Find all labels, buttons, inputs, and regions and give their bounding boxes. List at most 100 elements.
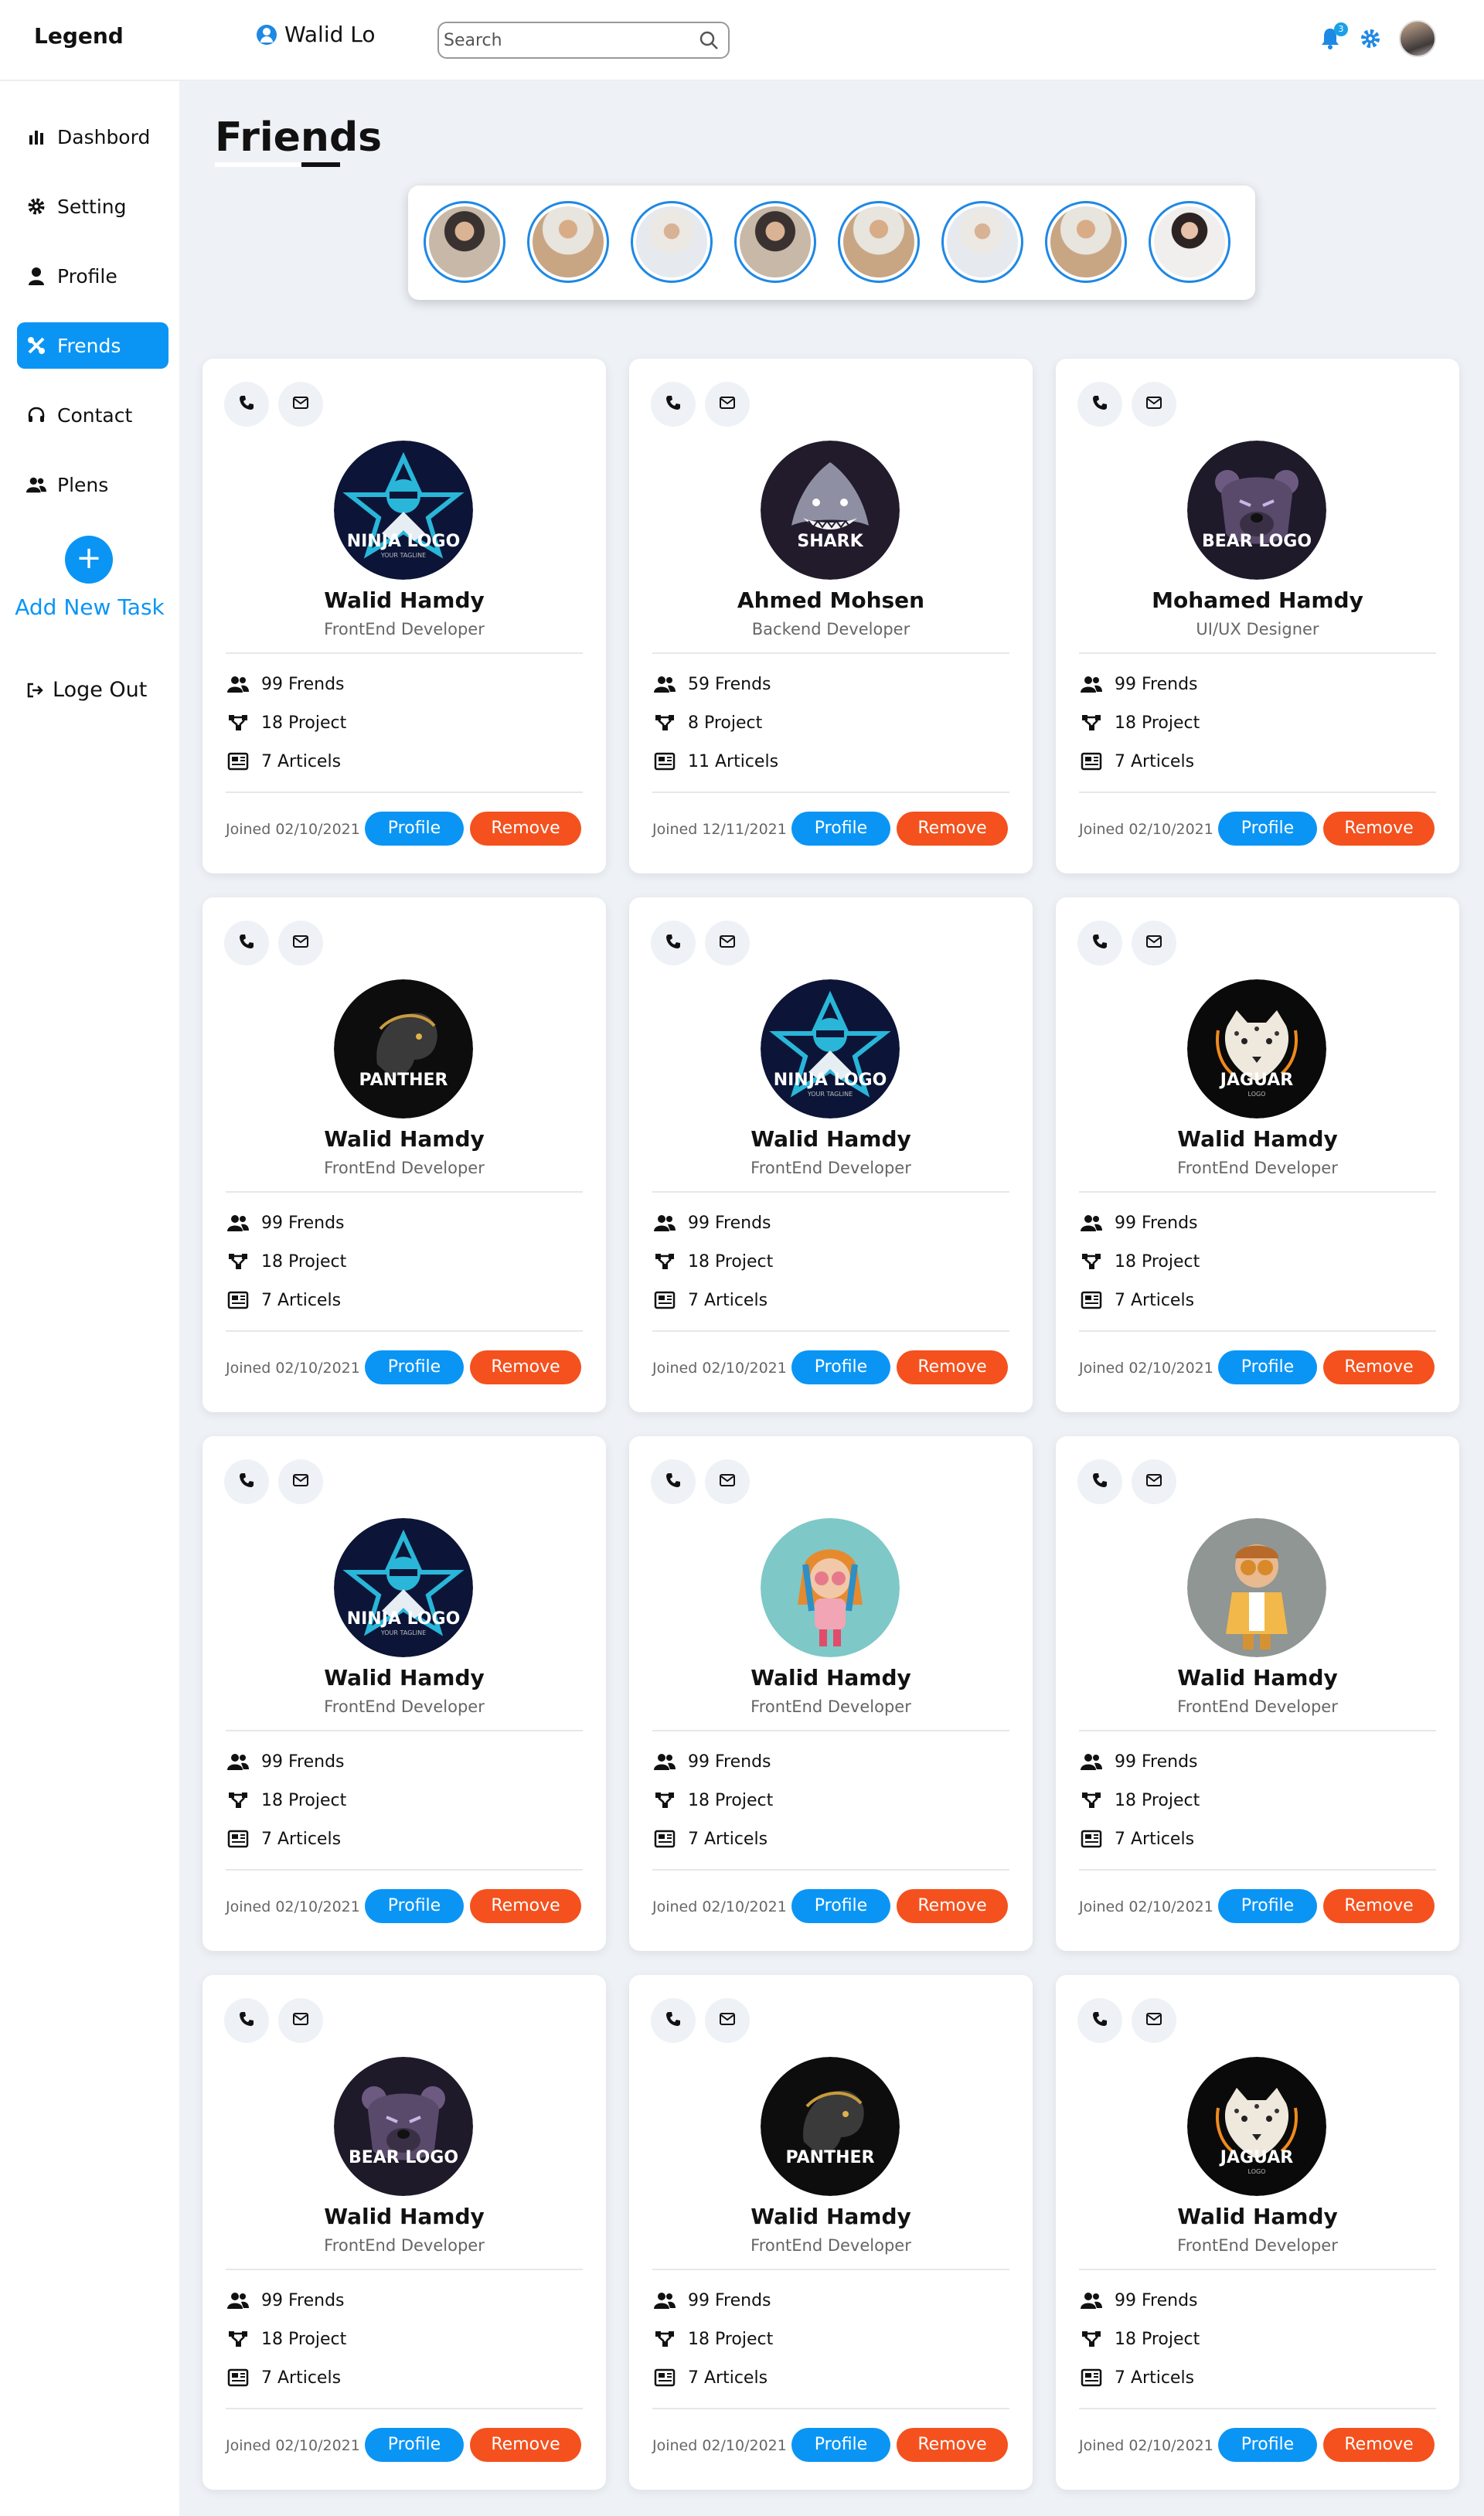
remove-button[interactable]: Remove (470, 1350, 581, 1384)
logout-icon (27, 683, 43, 697)
story-avatar[interactable] (734, 201, 816, 283)
friend-avatar[interactable]: PANTHER (761, 2057, 900, 2196)
users-icon (226, 1213, 250, 1233)
add-task-button[interactable]: + (65, 536, 113, 584)
profile-button[interactable]: Profile (1218, 1889, 1317, 1923)
profile-button[interactable]: Profile (791, 1889, 890, 1923)
mail-button[interactable] (278, 382, 323, 427)
phone-button[interactable] (1077, 382, 1122, 427)
phone-button[interactable] (651, 1998, 696, 2043)
phone-button[interactable] (651, 1459, 696, 1504)
mail-button[interactable] (705, 1459, 750, 1504)
search-input[interactable] (444, 29, 691, 52)
profile-button[interactable]: Profile (1218, 812, 1317, 846)
divider (1079, 1730, 1436, 1731)
phone-button[interactable] (1077, 921, 1122, 965)
friend-avatar[interactable]: NINJA LOGO YOUR TAGLINE (761, 979, 900, 1118)
remove-button[interactable]: Remove (897, 812, 1008, 846)
sidebar-item-setting[interactable]: Setting (17, 183, 168, 230)
profile-button[interactable]: Profile (365, 1350, 464, 1384)
friend-avatar[interactable]: PANTHER (334, 979, 473, 1118)
mail-icon (1145, 1472, 1162, 1491)
profile-button[interactable]: Profile (791, 1350, 890, 1384)
profile-button[interactable]: Profile (365, 812, 464, 846)
newspaper-icon (1079, 1290, 1104, 1310)
profile-button[interactable]: Profile (365, 2428, 464, 2462)
mail-button[interactable] (1132, 1459, 1176, 1504)
phone-button[interactable] (651, 382, 696, 427)
sidebar-item-plans[interactable]: Plens (17, 461, 168, 508)
mail-button[interactable] (278, 1459, 323, 1504)
remove-button[interactable]: Remove (1323, 812, 1435, 846)
remove-button[interactable]: Remove (470, 812, 581, 846)
story-avatar[interactable] (838, 201, 920, 283)
friend-avatar[interactable]: BEAR LOGO (334, 2057, 473, 2196)
avatar[interactable] (1399, 20, 1436, 57)
remove-button[interactable]: Remove (470, 1889, 581, 1923)
gear-icon[interactable] (1360, 29, 1380, 49)
remove-button[interactable]: Remove (897, 1350, 1008, 1384)
friend-avatar[interactable]: BEAR LOGO (1187, 441, 1326, 580)
story-avatar[interactable] (941, 201, 1023, 283)
remove-button[interactable]: Remove (1323, 1889, 1435, 1923)
divider (652, 1191, 1009, 1193)
mail-button[interactable] (1132, 921, 1176, 965)
mail-button[interactable] (705, 921, 750, 965)
user-menu[interactable]: Walid Lo (257, 22, 376, 47)
logout-button[interactable]: Loge Out (26, 678, 147, 702)
mail-button[interactable] (705, 1998, 750, 2043)
avatar-logo-text: NINJA LOGO (346, 532, 461, 551)
stat-value: 18 Project (1115, 1790, 1200, 1810)
friend-avatar[interactable] (1187, 1518, 1326, 1657)
divider (1079, 652, 1436, 654)
profile-button[interactable]: Profile (1218, 2428, 1317, 2462)
friend-avatar[interactable]: NINJA LOGO YOUR TAGLINE (334, 441, 473, 580)
mail-button[interactable] (705, 382, 750, 427)
mail-icon (292, 934, 309, 952)
story-avatar[interactable] (1149, 201, 1230, 283)
mail-button[interactable] (1132, 1998, 1176, 2043)
story-avatar[interactable] (631, 201, 713, 283)
profile-button[interactable]: Profile (1218, 1350, 1317, 1384)
phone-button[interactable] (224, 921, 269, 965)
divider (652, 1869, 1009, 1871)
sidebar-item-profile[interactable]: Profile (17, 253, 168, 299)
remove-button[interactable]: Remove (470, 2428, 581, 2462)
phone-button[interactable] (1077, 1459, 1122, 1504)
stat-value: 7 Articels (261, 1290, 342, 1310)
phone-button[interactable] (224, 1998, 269, 2043)
sidebar-item-dashboard[interactable]: Dashbord (17, 114, 168, 160)
friend-avatar[interactable]: JAGUAR LOGO (1187, 979, 1326, 1118)
mail-button[interactable] (278, 1998, 323, 2043)
sidebar-item-friends[interactable]: Frends (17, 322, 168, 369)
profile-button[interactable]: Profile (791, 2428, 890, 2462)
remove-button[interactable]: Remove (897, 1889, 1008, 1923)
story-avatar[interactable] (1045, 201, 1127, 283)
mail-icon (1145, 934, 1162, 952)
app-logo[interactable]: Legend (34, 23, 124, 49)
phone-button[interactable] (224, 1459, 269, 1504)
notification-button[interactable]: 3 (1319, 22, 1348, 52)
remove-button[interactable]: Remove (1323, 1350, 1435, 1384)
search-icon[interactable] (699, 30, 719, 50)
friend-avatar[interactable]: SHARK (761, 441, 900, 580)
profile-button[interactable]: Profile (791, 812, 890, 846)
divider (652, 792, 1009, 793)
phone-button[interactable] (1077, 1998, 1122, 2043)
remove-button[interactable]: Remove (1323, 2428, 1435, 2462)
sidebar-item-contact[interactable]: Contact (17, 392, 168, 438)
mail-button[interactable] (278, 921, 323, 965)
add-task-label[interactable]: Add New Task (0, 594, 179, 620)
profile-button[interactable]: Profile (365, 1889, 464, 1923)
phone-button[interactable] (224, 382, 269, 427)
users-icon (652, 1213, 677, 1233)
story-avatar[interactable] (527, 201, 609, 283)
friend-avatar[interactable]: JAGUAR LOGO (1187, 2057, 1326, 2196)
mail-button[interactable] (1132, 382, 1176, 427)
friend-avatar[interactable] (761, 1518, 900, 1657)
story-avatar[interactable] (424, 201, 505, 283)
friend-avatar[interactable]: NINJA LOGO YOUR TAGLINE (334, 1518, 473, 1657)
phone-button[interactable] (651, 921, 696, 965)
remove-button[interactable]: Remove (897, 2428, 1008, 2462)
notification-badge: 3 (1334, 22, 1348, 36)
